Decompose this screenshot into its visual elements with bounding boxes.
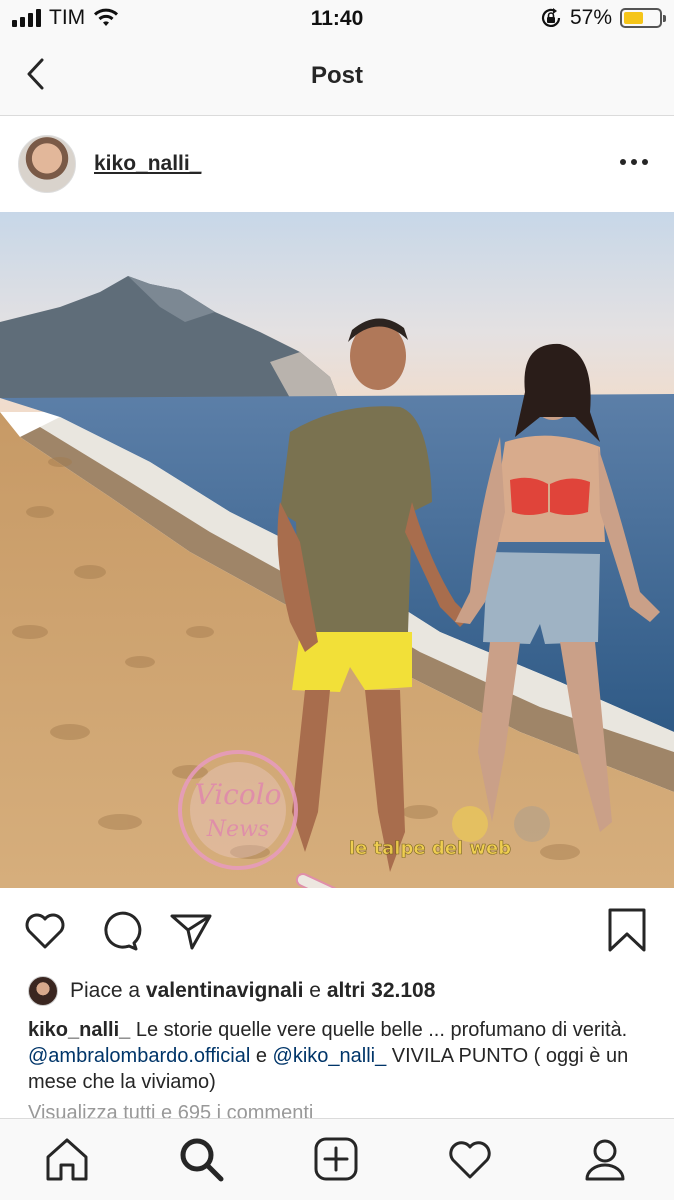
- likes-row[interactable]: Piace a valentinavignali e altri 32.108: [28, 976, 435, 1006]
- view-comments-link[interactable]: Visualizza tutti e 695 i commenti: [28, 1100, 313, 1118]
- post-header: kiko_nalli_: [0, 117, 674, 212]
- rotation-lock-icon: [541, 8, 561, 27]
- svg-text:le talpe del web: le talpe del web: [349, 838, 511, 859]
- likes-user[interactable]: valentinavignali: [146, 979, 304, 1002]
- battery-fill: [624, 12, 644, 24]
- likes-connector: e: [309, 979, 321, 1002]
- activity-heart-icon[interactable]: [446, 1135, 494, 1183]
- battery-icon: [620, 8, 666, 28]
- page-title: Post: [310, 62, 363, 89]
- svg-text:News: News: [206, 817, 269, 842]
- svg-text:Vicolo: Vicolo: [194, 778, 281, 811]
- caption-text-2: e: [250, 1045, 273, 1067]
- avatar[interactable]: [18, 135, 76, 193]
- caption-mention-1[interactable]: @ambralombardo.official: [28, 1045, 250, 1067]
- likes-avatar: [28, 976, 58, 1006]
- comment-icon[interactable]: [96, 908, 142, 954]
- caption-mention-2[interactable]: @kiko_nalli_: [273, 1045, 387, 1067]
- caption-author[interactable]: kiko_nalli_: [28, 1019, 130, 1041]
- likes-prefix: Piace a: [70, 979, 141, 1002]
- share-icon[interactable]: [168, 908, 214, 954]
- status-right: 57%: [540, 6, 666, 30]
- bookmark-icon[interactable]: [604, 908, 650, 954]
- more-horizontal-icon[interactable]: [618, 153, 650, 171]
- likes-text: Piace a valentinavignali e altri 32.108: [70, 979, 435, 1003]
- post-username[interactable]: kiko_nalli_: [94, 152, 201, 176]
- heart-icon[interactable]: [22, 908, 68, 954]
- post-photo[interactable]: Vicolo News le talpe del web: [0, 212, 674, 888]
- caption-text-1: Le storie quelle vere quelle belle ... p…: [130, 1019, 628, 1041]
- battery-percent: 57%: [569, 6, 612, 29]
- tab-bar: [0, 1118, 674, 1200]
- add-post-icon[interactable]: [312, 1135, 360, 1183]
- post-caption: kiko_nalli_ Le storie quelle vere quelle…: [28, 1017, 648, 1095]
- search-icon[interactable]: [177, 1135, 225, 1183]
- beach-photo: Vicolo News le talpe del web: [0, 212, 674, 888]
- profile-icon[interactable]: [581, 1135, 629, 1183]
- likes-others[interactable]: altri 32.108: [327, 979, 436, 1002]
- nav-header: Post: [0, 38, 674, 116]
- home-icon[interactable]: [43, 1135, 91, 1183]
- status-bar: TIM 11:40 57%: [0, 0, 674, 38]
- action-bar: [0, 888, 674, 973]
